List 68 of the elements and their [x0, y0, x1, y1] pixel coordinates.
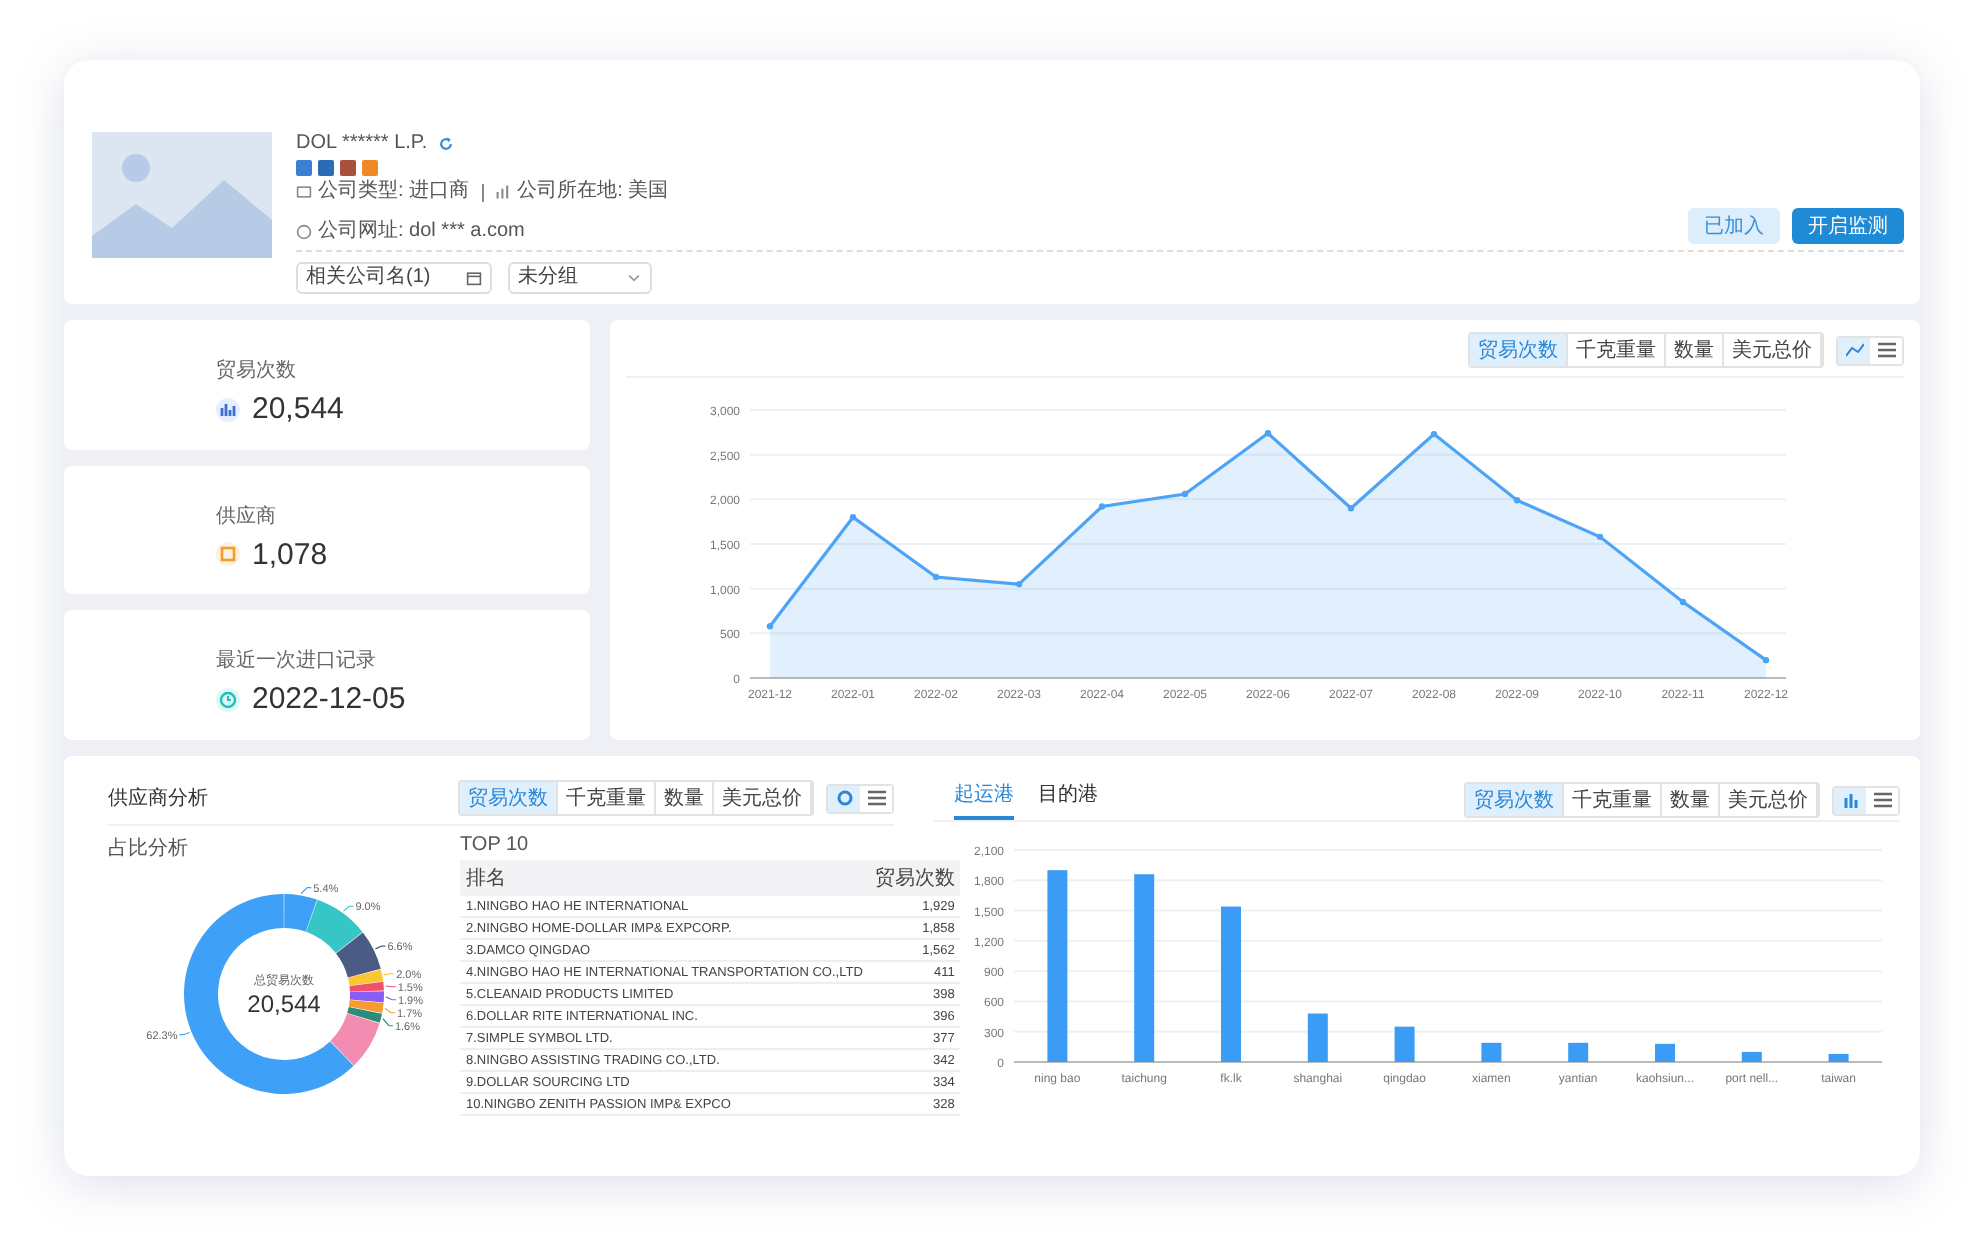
- company-name: DOL ****** L.P.: [296, 132, 428, 156]
- data-point: [1098, 503, 1106, 510]
- column-header: 贸易次数: [868, 860, 961, 896]
- table-icon: [1877, 342, 1895, 358]
- data-point: [1347, 505, 1355, 512]
- data-point: [1181, 490, 1189, 498]
- donut-center-value: 20,544: [247, 990, 321, 1018]
- data-point: [1679, 598, 1687, 606]
- chart-icon: [216, 397, 240, 421]
- stat-label: 供应商: [216, 503, 278, 530]
- group-select[interactable]: 未分组: [508, 262, 652, 294]
- data-point: [932, 573, 940, 581]
- data-point: [1430, 430, 1438, 438]
- detail-text: 公司类型: 进口商: [318, 180, 470, 204]
- leader-line: [300, 886, 312, 895]
- image-placeholder-icon: [92, 132, 272, 258]
- bar-chart-icon: [1841, 792, 1859, 808]
- monitor-button[interactable]: 开启监测: [1792, 208, 1904, 244]
- view-toggle[interactable]: [1838, 337, 1870, 363]
- field-value: 相关公司名(1): [306, 266, 431, 290]
- bar-icon: [495, 184, 512, 200]
- leader-line: [178, 1031, 191, 1036]
- leader-line: [342, 905, 355, 912]
- view-toggle[interactable]: [828, 785, 860, 811]
- bar: [1655, 1043, 1675, 1062]
- detail-text: 公司网址: dol *** a.com: [318, 220, 525, 244]
- chevron-down-icon: [626, 270, 642, 286]
- bar: [1307, 1013, 1328, 1062]
- refresh-icon: [437, 136, 454, 152]
- section-subtitle: 占比分析: [108, 835, 190, 862]
- calendar-icon: [466, 270, 482, 286]
- table-icon: [1873, 792, 1891, 808]
- section-subtitle: TOP 10: [460, 834, 531, 856]
- leader-line: [383, 973, 395, 976]
- port-tab[interactable]: 起运港: [954, 780, 1014, 820]
- leader-line: [374, 945, 387, 950]
- stat-value: 2022-12-05: [252, 682, 406, 717]
- leader-line: [382, 1018, 394, 1027]
- section-title: 供应商分析: [108, 785, 208, 812]
- stat-label: 贸易次数: [216, 357, 298, 384]
- view-toggle[interactable]: [1834, 787, 1866, 813]
- data-point: [1015, 581, 1023, 588]
- column-header: 排名: [460, 860, 869, 896]
- data-point: [1513, 497, 1521, 504]
- field-value: 未分组: [518, 266, 578, 290]
- leader-line: [385, 985, 397, 988]
- data-point: [766, 623, 774, 630]
- data-point: [1596, 533, 1604, 541]
- stat-label: 最近一次进口记录: [216, 647, 378, 675]
- bar: [1481, 1042, 1502, 1062]
- leader-line: [384, 1007, 396, 1014]
- data-point: [849, 514, 857, 521]
- date-field[interactable]: 相关公司名(1): [296, 262, 492, 294]
- line-chart-icon: [1845, 342, 1863, 358]
- bar: [1741, 1051, 1762, 1062]
- donut-chart-icon: [835, 790, 853, 806]
- stat-value: 20,544: [252, 392, 344, 426]
- bar: [1568, 1042, 1589, 1062]
- bar: [1394, 1026, 1415, 1062]
- data-point: [1762, 656, 1770, 664]
- port-tab[interactable]: 目的港: [1038, 780, 1098, 820]
- detail-text: 公司所在地: 美国: [517, 180, 669, 204]
- bar: [1828, 1053, 1849, 1062]
- leader-line: [385, 996, 397, 1001]
- table-icon: [867, 790, 885, 806]
- data-point: [1264, 430, 1272, 437]
- stat-value: 1,078: [252, 537, 328, 572]
- clock-icon: [216, 687, 240, 712]
